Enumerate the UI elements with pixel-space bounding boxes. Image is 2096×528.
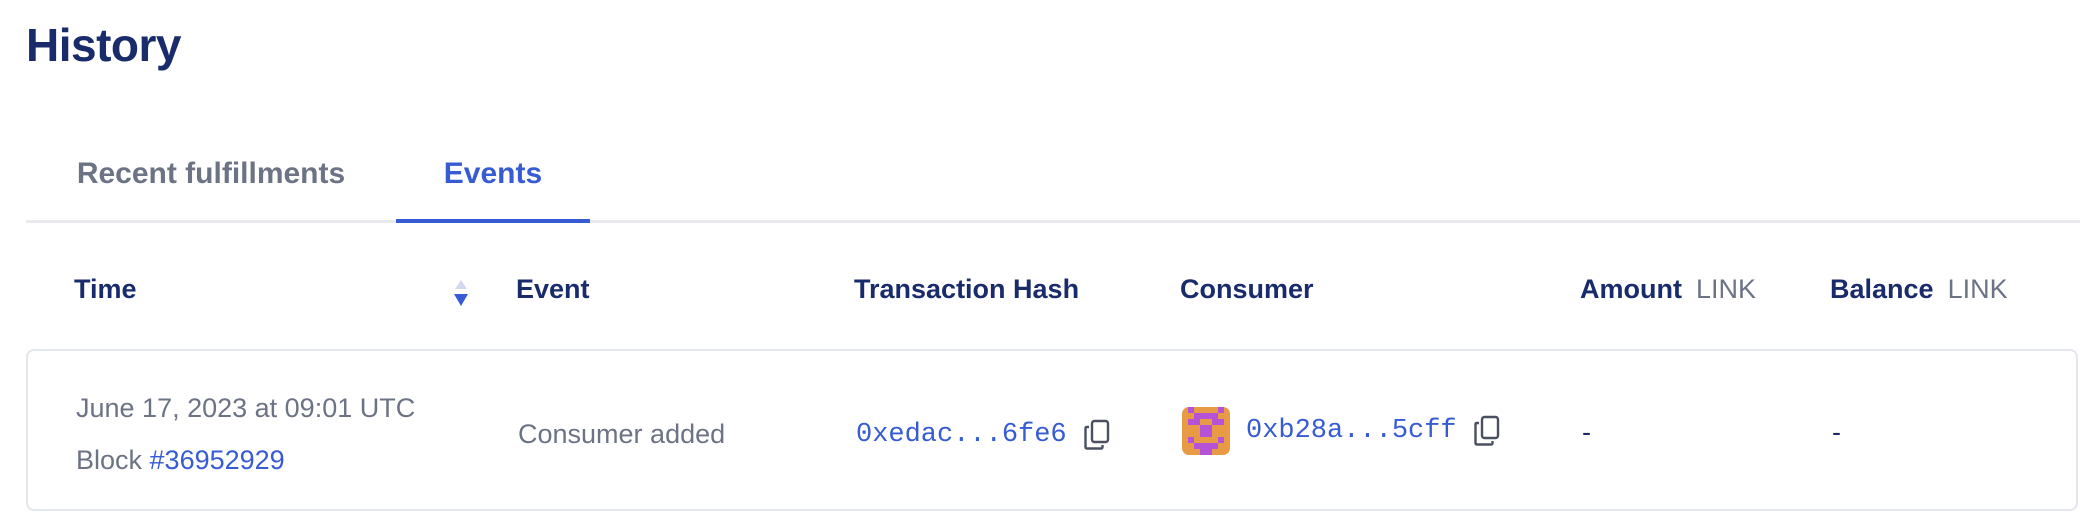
column-header-balance: Balance LINK xyxy=(1830,274,2008,305)
tab-recent-fulfillments[interactable]: Recent fulfillments xyxy=(26,128,396,220)
transaction-hash-link[interactable]: 0xedac...6fe6 xyxy=(856,420,1067,450)
event-date: June 17, 2023 at 09:01 UTC xyxy=(76,393,416,423)
amount-unit: LINK xyxy=(1695,274,1757,304)
identicon-avatar xyxy=(1182,407,1230,455)
copy-icon[interactable] xyxy=(1083,419,1111,451)
page-title: History xyxy=(26,19,181,71)
block-number-link[interactable]: #36952929 xyxy=(150,445,285,475)
consumer-cell: 0xb28a...5cff xyxy=(1182,407,1501,455)
consumer-address-link[interactable]: 0xb28a...5cff xyxy=(1246,416,1457,446)
tab-events[interactable]: Events xyxy=(396,128,590,223)
block-info: Block #36952929 xyxy=(76,445,285,476)
column-header-event: Event xyxy=(516,274,590,304)
copy-icon[interactable] xyxy=(1473,415,1501,447)
column-header-transaction-hash: Transaction Hash xyxy=(854,274,1080,304)
amount-value: - xyxy=(1582,417,1591,447)
table-row: June 17, 2023 at 09:01 UTC Block #369529… xyxy=(26,349,2078,511)
column-header-consumer: Consumer xyxy=(1180,274,1314,304)
table-header: Time Event Transaction Hash Consumer Amo… xyxy=(26,262,2080,322)
sort-descending-icon[interactable] xyxy=(450,278,472,308)
balance-unit: LINK xyxy=(1947,274,2008,304)
tab-bar: Recent fulfillments Events xyxy=(26,128,2080,223)
amount-label: Amount xyxy=(1580,274,1682,304)
event-type: Consumer added xyxy=(518,419,726,449)
column-header-amount: Amount LINK xyxy=(1580,274,1756,305)
balance-value: - xyxy=(1832,417,1841,447)
block-label: Block xyxy=(76,445,150,475)
column-header-time[interactable]: Time xyxy=(74,274,137,305)
transaction-hash-cell: 0xedac...6fe6 xyxy=(856,419,1111,451)
balance-label: Balance xyxy=(1830,274,1934,304)
